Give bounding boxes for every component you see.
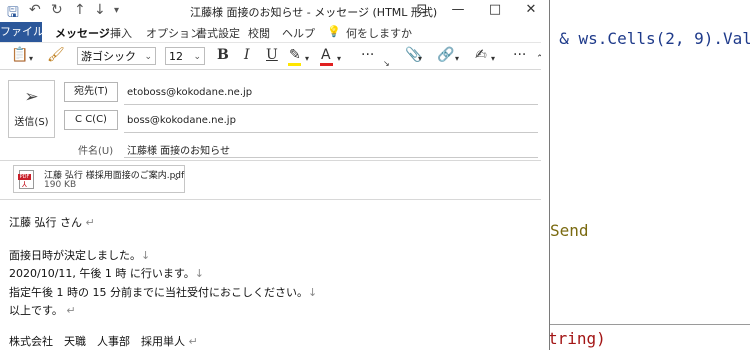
body-line: 江藤 弘行 さん ↵ <box>9 216 95 229</box>
font-name-select[interactable]: 游ゴシック ⌄ <box>77 47 156 65</box>
tab-help[interactable]: ヘルプ <box>282 25 315 41</box>
minimize-icon[interactable]: — <box>440 0 476 22</box>
cc-button[interactable]: C C(C) <box>64 110 118 130</box>
paragraph-mark: ↵ <box>85 216 95 229</box>
send-button[interactable]: ➢ 送信(S) <box>8 80 55 138</box>
font-size-value: 12 <box>169 50 183 63</box>
title-bar: 🖫 ↶ ↻ ↑ ↓ ▾ 江藤様 面接のお知らせ - メッセージ (HTML 形式… <box>0 0 549 22</box>
chevron-down-icon[interactable]: ▾ <box>337 51 341 67</box>
chevron-down-icon[interactable]: ▾ <box>491 51 495 67</box>
attachment-item[interactable]: PDF ⅄ 江藤 弘行 様採用面接のご案内.pdf 190 KB ⌄ <box>13 165 185 193</box>
pdf-file-icon: PDF ⅄ <box>18 170 34 189</box>
tab-review[interactable]: 校閲 <box>248 25 270 41</box>
highlight-color-bar <box>288 63 301 66</box>
subject-label: 件名(U) <box>78 146 114 157</box>
tell-me-search[interactable]: 何をしますか <box>346 25 412 41</box>
ribbon-toolbar: 📋 ▾ 🖌 游ゴシック ⌄ 12 ⌄ B I U ✎ ▾ A ▾ ··· ↘ 📎… <box>0 42 549 70</box>
underline-button[interactable]: U <box>266 47 278 63</box>
redo-icon[interactable]: ↻ <box>51 2 63 18</box>
body-line: 以上です。 ↵ <box>9 304 76 317</box>
chevron-down-icon: ⌄ <box>193 52 201 62</box>
to-button[interactable]: 宛先(T) <box>64 82 118 102</box>
to-field[interactable]: etoboss@kokodane.ne.jp <box>127 87 252 98</box>
customize-icon[interactable]: ▾ <box>114 5 119 16</box>
format-painter-icon[interactable]: 🖌 <box>47 47 65 63</box>
body-line: 2020/10/11, 午後 1 時 に行います。↓ <box>9 267 204 280</box>
code-line: " & ws.Cells(2, 9).Value <box>540 29 750 48</box>
subject-field[interactable]: 江藤様 面接のお知らせ <box>127 142 230 157</box>
code-line: tring) <box>548 329 606 348</box>
tab-format[interactable]: 書式設定 <box>196 25 240 41</box>
font-name-value: 游ゴシック <box>81 50 136 63</box>
message-window: 🖫 ↶ ↻ ↑ ↓ ▾ 江藤様 面接のお知らせ - メッセージ (HTML 形式… <box>0 0 550 350</box>
paragraph-mark: ↵ <box>188 335 198 348</box>
code-line: Send <box>550 221 589 240</box>
vertical-scrollbar[interactable] <box>541 22 549 350</box>
more-options-button[interactable]: ··· <box>361 47 374 63</box>
body-line: 面接日時が決定しました。↓ <box>9 249 151 262</box>
line-break-mark: ↓ <box>194 267 204 280</box>
link-icon[interactable]: 🔗 <box>437 47 454 63</box>
line-separator <box>540 324 750 325</box>
undo-icon[interactable]: ↶ <box>29 2 41 18</box>
tab-insert[interactable]: 挿入 <box>110 25 132 41</box>
font-color-bar <box>320 63 333 66</box>
body-line: 指定午後 1 時の 15 分前までに当社受付におこしください。↓ <box>9 286 318 299</box>
arrow-down-icon[interactable]: ↓ <box>94 2 106 18</box>
paragraph-mark: ↵ <box>66 304 76 317</box>
attachment-size: 190 KB <box>44 180 77 190</box>
ribbon-display-icon[interactable]: ⊡ <box>404 0 440 22</box>
arrow-up-icon[interactable]: ↑ <box>74 2 86 18</box>
cc-field[interactable]: boss@kokodane.ne.jp <box>127 115 236 126</box>
chevron-down-icon[interactable]: ▾ <box>305 51 309 67</box>
attachment-divider <box>0 199 549 200</box>
font-color-button[interactable]: A <box>321 47 331 63</box>
body-line: 株式会社 天職 人事部 採用単人 ↵ <box>9 335 198 348</box>
menu-bar: ファイル メッセージ 挿入 オプション 書式設定 校閲 ヘルプ 💡 何をしますか <box>0 22 549 44</box>
lightbulb-icon: 💡 <box>327 25 341 38</box>
chevron-down-icon: ⌄ <box>144 52 152 62</box>
to-underline <box>124 104 538 105</box>
chevron-down-icon[interactable]: ▾ <box>455 51 459 67</box>
chevron-down-icon[interactable]: ▾ <box>29 51 33 67</box>
bold-button[interactable]: B <box>217 47 229 63</box>
send-label: 送信(S) <box>14 117 49 128</box>
restore-icon[interactable]: □ <box>477 0 513 22</box>
chevron-down-icon[interactable]: ▾ <box>418 51 422 67</box>
cc-underline <box>124 132 538 133</box>
signature-icon[interactable]: ✍ <box>475 47 487 63</box>
send-icon: ➢ <box>24 87 39 107</box>
chevron-down-icon[interactable]: ⌄ <box>172 173 180 183</box>
header-divider <box>0 160 549 161</box>
tab-file[interactable]: ファイル <box>0 22 44 42</box>
line-break-mark: ↓ <box>141 249 151 262</box>
italic-button[interactable]: I <box>244 47 250 63</box>
more-options-button[interactable]: ··· <box>513 47 526 63</box>
paste-icon[interactable]: 📋 <box>11 47 28 63</box>
dialog-launcher-icon[interactable]: ↘ <box>383 56 390 72</box>
tab-options[interactable]: オプション <box>146 25 201 41</box>
window-title: 江藤様 面接のお知らせ - メッセージ (HTML 形式) <box>190 6 438 19</box>
line-break-mark: ↓ <box>307 286 318 299</box>
close-icon[interactable]: ✕ <box>513 0 549 22</box>
highlighter-icon[interactable]: ✎ <box>289 47 301 63</box>
font-size-select[interactable]: 12 ⌄ <box>165 47 205 65</box>
subject-underline <box>124 157 538 158</box>
